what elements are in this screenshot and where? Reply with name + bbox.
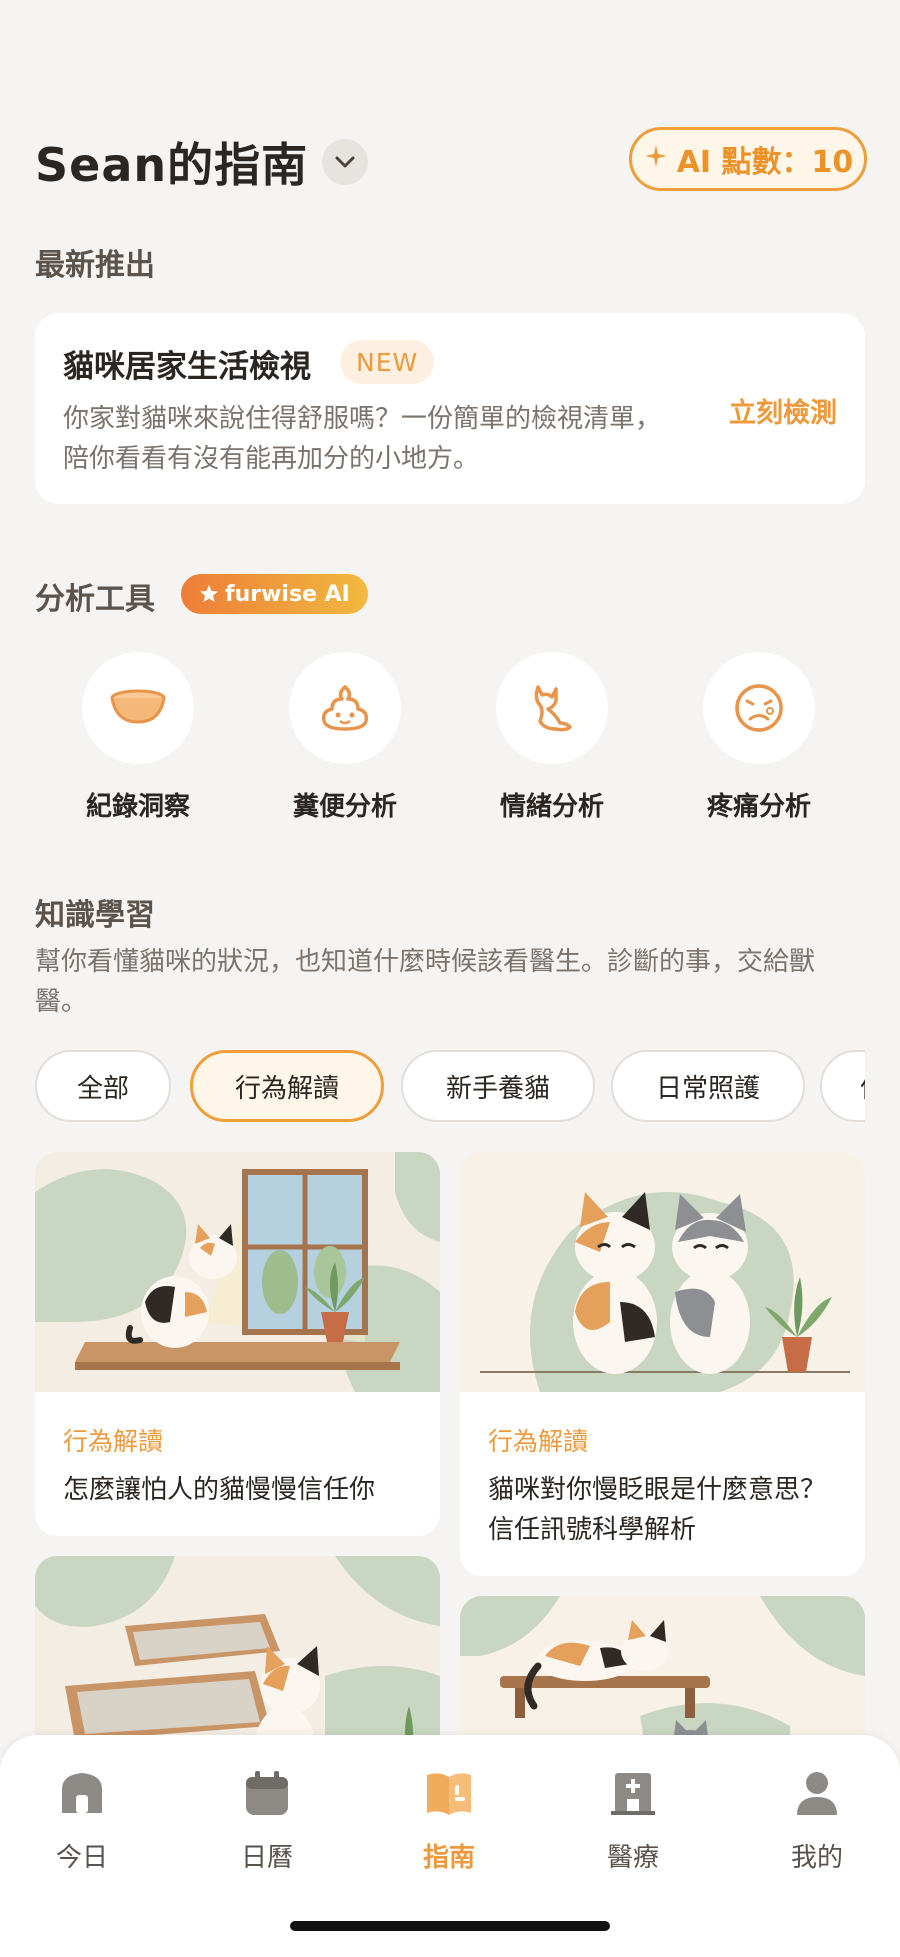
card-description: 你家對貓咪來說住得舒服嗎？一份簡單的檢視清單，陪你看看有沒有能再加分的小地方。 xyxy=(63,404,662,474)
article-card[interactable]: 行為解讀 貓咪對你慢眨眼是什麼意思？信任訊號科學解析 xyxy=(460,1152,865,1576)
analysis-tools: 紀錄洞察 糞便分析 情緒分析 疼痛分析 xyxy=(35,652,865,822)
latest-section-title: 最新推出 xyxy=(35,248,155,283)
furwise-ai-badge: furwise AI xyxy=(181,574,368,614)
nav-label: 日曆 xyxy=(240,1843,293,1873)
filter-chips: 全部 行為解讀 新手養貓 日常照護 信 xyxy=(35,1050,865,1124)
hospital-icon xyxy=(607,1767,659,1819)
tool-label: 糞便分析 xyxy=(292,792,397,822)
article-image-two-cats xyxy=(460,1152,865,1392)
chevron-down-icon[interactable] xyxy=(322,139,369,185)
nav-label: 我的 xyxy=(790,1843,843,1873)
page-title: Sean的指南 xyxy=(35,138,309,192)
card-title: 貓咪居家生活檢視 xyxy=(63,349,311,385)
profile-icon xyxy=(791,1767,843,1819)
filter-chip-new-owner[interactable]: 新手養貓 xyxy=(401,1050,595,1122)
article-category: 行為解讀 xyxy=(488,1427,589,1456)
nav-calendar[interactable]: 日曆 xyxy=(207,1767,327,1874)
home-icon xyxy=(56,1767,108,1819)
pain-face-icon xyxy=(703,652,815,764)
knowledge-section-title: 知識學習 xyxy=(35,898,155,933)
check-now-link[interactable]: 立刻檢測 xyxy=(729,391,837,430)
tool-stool-analysis[interactable]: 糞便分析 xyxy=(255,652,435,823)
cat-silhouette-icon xyxy=(496,652,608,764)
nav-label: 今日 xyxy=(55,1843,108,1873)
nav-medical[interactable]: 醫療 xyxy=(573,1767,693,1874)
tools-section-title: 分析工具 xyxy=(35,582,155,617)
tool-emotion-analysis[interactable]: 情緒分析 xyxy=(462,652,642,823)
tool-label: 情緒分析 xyxy=(499,792,604,822)
article-category: 行為解讀 xyxy=(63,1427,164,1456)
tool-pain-analysis[interactable]: 疼痛分析 xyxy=(669,652,849,823)
article-title: 貓咪對你慢眨眼是什麼意思？信任訊號科學解析 xyxy=(488,1475,827,1545)
header: Sean的指南 AI 點數：10 xyxy=(35,125,867,195)
ai-points-label: AI 點數：10 xyxy=(676,145,854,180)
knowledge-description: 幫你看懂貓咪的狀況，也知道什麼時候該看醫生。診斷的事，交給獸醫。 xyxy=(35,947,816,1017)
sparkle-icon xyxy=(643,142,669,177)
filter-chip-all[interactable]: 全部 xyxy=(35,1050,171,1122)
article-image-window-cat xyxy=(35,1152,440,1392)
new-badge: NEW xyxy=(340,340,435,384)
article-title: 怎麼讓怕人的貓慢慢信任你 xyxy=(63,1475,376,1505)
furwise-ai-label: furwise AI xyxy=(225,581,350,607)
home-check-card[interactable]: 貓咪居家生活檢視 NEW 你家對貓咪來說住得舒服嗎？一份簡單的檢視清單，陪你看看… xyxy=(35,313,865,504)
guide-title-selector[interactable]: Sean的指南 xyxy=(35,129,369,195)
article-card[interactable]: 行為解讀 怎麼讓怕人的貓慢慢信任你 xyxy=(35,1152,440,1536)
nav-label: 醫療 xyxy=(606,1843,659,1873)
poop-icon xyxy=(289,652,401,764)
filter-chip-daily-care[interactable]: 日常照護 xyxy=(611,1050,805,1122)
bowl-icon xyxy=(82,652,194,764)
filter-chip-behavior[interactable]: 行為解讀 xyxy=(190,1050,384,1122)
tool-record-insight[interactable]: 紀錄洞察 xyxy=(48,652,228,823)
home-indicator[interactable] xyxy=(290,1921,610,1931)
tool-label: 紀錄洞察 xyxy=(85,792,190,822)
nav-profile[interactable]: 我的 xyxy=(757,1767,877,1874)
nav-guide[interactable]: 指南 xyxy=(389,1767,509,1874)
filter-chip-more[interactable]: 信 xyxy=(820,1050,865,1122)
book-icon xyxy=(423,1767,475,1819)
star-icon xyxy=(200,585,218,602)
ai-points-button[interactable]: AI 點數：10 xyxy=(629,127,867,191)
nav-today[interactable]: 今日 xyxy=(22,1767,142,1874)
nav-label: 指南 xyxy=(422,1843,475,1873)
calendar-icon xyxy=(241,1767,293,1819)
tool-label: 疼痛分析 xyxy=(706,792,811,822)
